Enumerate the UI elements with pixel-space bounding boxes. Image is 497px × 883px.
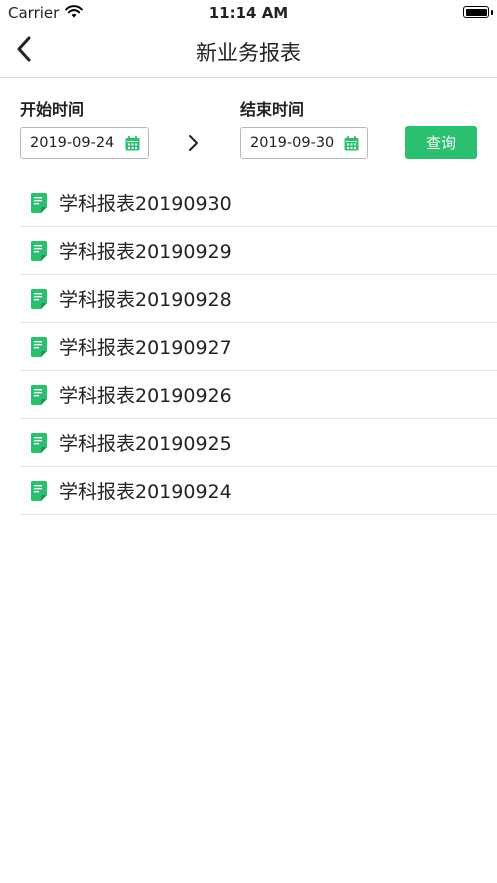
document-icon [31, 336, 47, 357]
start-date-label: 开始时间 [20, 100, 85, 119]
report-list-item[interactable]: 学科报表20190925 [20, 419, 497, 467]
document-icon [31, 192, 47, 213]
chevron-right-icon [186, 134, 200, 156]
report-item-label: 学科报表20190926 [59, 385, 232, 407]
page-title: 新业务报表 [196, 41, 301, 65]
report-list-item[interactable]: 学科报表20190930 [20, 179, 497, 227]
report-item-label: 学科报表20190927 [59, 337, 232, 359]
start-date-value: 2019-09-24 [30, 135, 115, 151]
report-item-label: 学科报表20190928 [59, 289, 232, 311]
document-icon [31, 240, 47, 261]
report-item-label: 学科报表20190930 [59, 193, 232, 215]
report-list-item[interactable]: 学科报表20190927 [20, 323, 497, 371]
report-item-label: 学科报表20190924 [59, 481, 232, 503]
query-button[interactable]: 查询 [405, 126, 477, 159]
start-date-field[interactable]: 2019-09-24 [20, 127, 149, 159]
report-list-item[interactable]: 学科报表20190929 [20, 227, 497, 275]
status-time: 11:14 AM [208, 4, 289, 22]
document-icon [31, 384, 47, 405]
battery-tip [491, 10, 493, 15]
battery-icon [463, 6, 489, 18]
document-icon [31, 480, 47, 501]
calendar-icon [344, 136, 359, 155]
report-list: 学科报表20190930 学科报表20190929 学科报表20190928 学… [20, 179, 497, 515]
calendar-icon [125, 136, 140, 155]
report-item-label: 学科报表20190929 [59, 241, 232, 263]
report-list-item[interactable]: 学科报表20190924 [20, 467, 497, 515]
end-date-value: 2019-09-30 [250, 135, 335, 151]
end-date-label: 结束时间 [240, 100, 305, 119]
nav-bar: 新业务报表 [0, 26, 497, 78]
document-icon [31, 288, 47, 309]
document-icon [31, 432, 47, 453]
status-bar: Carrier 11:14 AM [0, 0, 497, 26]
report-item-label: 学科报表20190925 [59, 433, 232, 455]
end-date-field[interactable]: 2019-09-30 [240, 127, 368, 159]
report-list-item[interactable]: 学科报表20190926 [20, 371, 497, 419]
report-list-item[interactable]: 学科报表20190928 [20, 275, 497, 323]
